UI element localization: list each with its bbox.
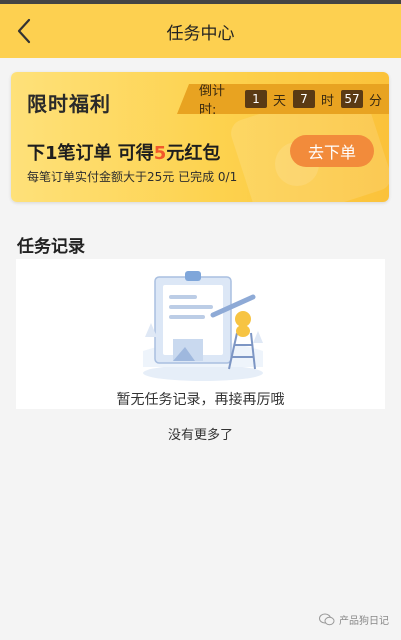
task-headline: 下1笔订单 可得5元红包 [27,139,220,165]
countdown-minutes: 57 [340,90,363,108]
empty-records-illustration [143,271,263,381]
task-description: 每笔订单实付金额大于25元 已完成 0/1 [27,170,238,184]
wechat-icon [319,613,335,626]
records-section-title: 任务记录 [17,237,85,257]
empty-records-text: 暂无任务记录，再接再厉哦 [116,392,285,408]
countdown-hours: 7 [292,90,315,108]
place-order-button[interactable]: 去下单 [290,135,374,167]
task-prefix: 下1笔订单 可得 [27,143,154,164]
promo-title: 限时福利 [27,92,111,116]
records-panel: 暂无任务记录，再接再厉哦 [16,259,385,409]
page-title: 任务中心 [166,23,235,44]
countdown-banner: 倒计时: 1 天 7 时 57 分 [177,84,389,114]
header-bar: 任务中心 [0,4,401,58]
task-amount: 5 [153,143,167,164]
countdown-days: 1 [244,90,267,108]
countdown-label: 倒计时: [199,84,226,118]
chevron-left-icon [17,18,31,44]
no-more-text: 没有更多了 [167,428,233,443]
watermark-text: 产品狗日记 [339,616,389,627]
countdown-minutes-unit: 分 [368,93,382,109]
watermark: 产品狗日记 [319,612,389,627]
countdown-days-unit: 天 [272,93,286,109]
back-button[interactable] [12,17,36,45]
task-suffix: 元红包 [166,143,221,164]
countdown-hours-unit: 时 [320,93,334,109]
promo-card: 限时福利 倒计时: 1 天 7 时 57 分 下1笔订单 可得5元红包 每笔订单… [11,72,389,202]
